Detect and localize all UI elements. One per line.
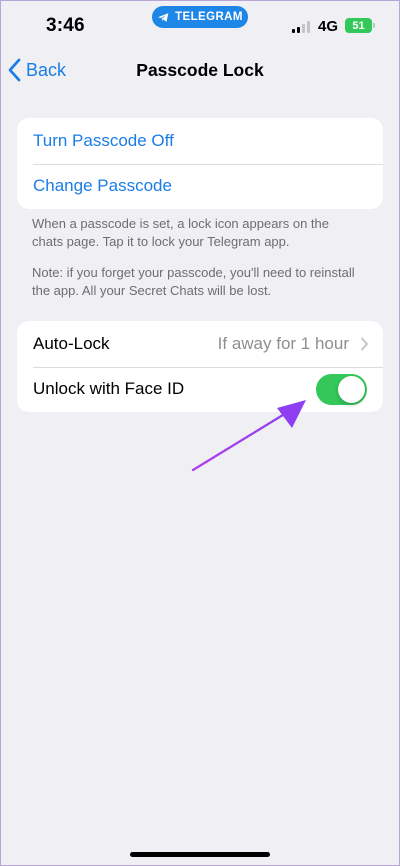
change-passcode-label: Change Passcode bbox=[33, 176, 172, 196]
battery-level: 51 bbox=[352, 19, 365, 32]
telegram-pill-label: TELEGRAM bbox=[175, 11, 243, 23]
status-time: 3:46 bbox=[46, 15, 85, 36]
battery-tip bbox=[373, 23, 375, 28]
network-type: 4G bbox=[318, 18, 339, 35]
auto-lock-label: Auto-Lock bbox=[33, 333, 110, 353]
home-indicator[interactable] bbox=[130, 852, 270, 857]
battery-icon: 51 bbox=[345, 18, 372, 33]
annotation-arrow-icon bbox=[191, 400, 306, 472]
face-id-label: Unlock with Face ID bbox=[33, 379, 185, 399]
auto-lock-row[interactable]: Auto-Lock If away for 1 hour bbox=[17, 321, 383, 367]
page-title: Passcode Lock bbox=[136, 60, 264, 80]
signal-icon bbox=[292, 21, 310, 33]
change-passcode-button[interactable]: Change Passcode bbox=[17, 163, 383, 210]
turn-passcode-off-label: Turn Passcode Off bbox=[33, 130, 174, 150]
face-id-toggle[interactable] bbox=[316, 373, 367, 405]
telegram-logo-icon bbox=[158, 12, 169, 22]
chevron-right-icon bbox=[361, 337, 368, 351]
passcode-options-group: Turn Passcode Off Change Passcode bbox=[17, 118, 383, 209]
passcode-warning-text: Note: if you forget your passcode, you'l… bbox=[32, 265, 355, 298]
status-bar: 3:46 TELEGRAM 4G 51 bbox=[0, 0, 400, 50]
turn-passcode-off-button[interactable]: Turn Passcode Off bbox=[17, 118, 383, 164]
auto-lock-value: If away for 1 hour bbox=[217, 333, 349, 353]
telegram-pill[interactable]: TELEGRAM bbox=[152, 6, 248, 28]
passcode-info-text: When a passcode is set, a lock icon appe… bbox=[32, 216, 330, 249]
toggle-knob bbox=[338, 375, 365, 403]
